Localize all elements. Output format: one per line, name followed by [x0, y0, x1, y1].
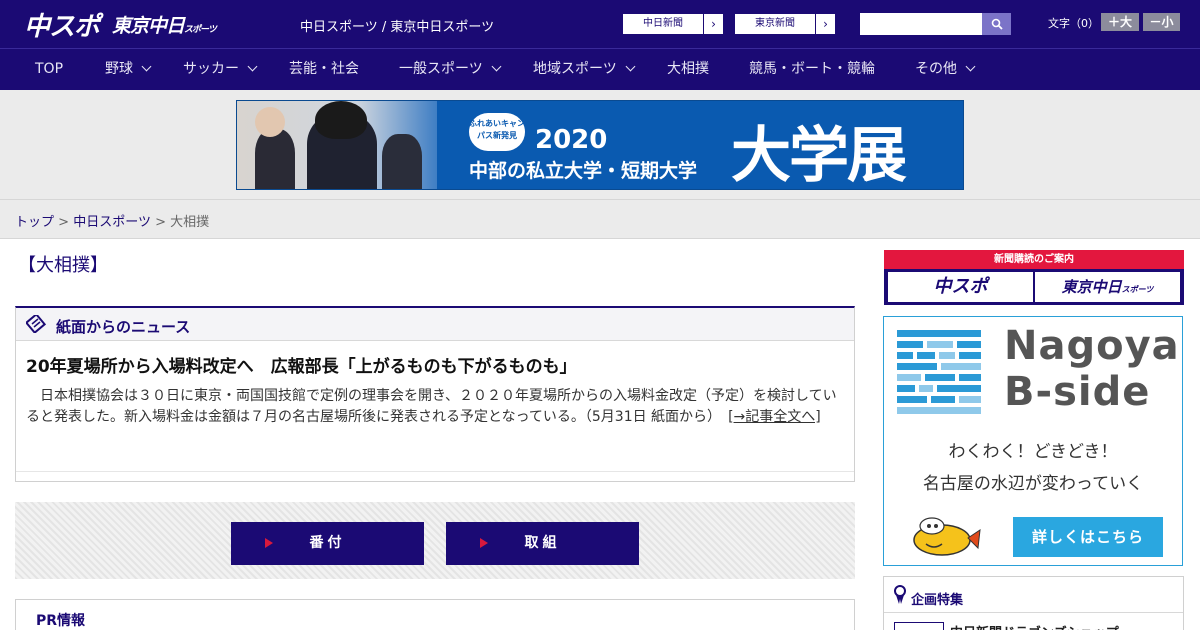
- search-input[interactable]: [860, 13, 982, 35]
- breadcrumb: トップ > 中日スポーツ > 大相撲: [15, 211, 209, 230]
- nav-item-general-sports[interactable]: 一般スポーツ: [399, 49, 502, 91]
- article-summary-text: 日本相撲協会は３０日に東京・両国国技館で定例の理事会を開き、２０２０年夏場所から…: [26, 388, 837, 425]
- read-more-link[interactable]: [→記事全文へ]: [728, 409, 821, 425]
- breadcrumb-current: 大相撲: [170, 215, 210, 230]
- nb-tagline-1: わくわく！どきどき！: [948, 442, 1118, 462]
- tokyo-shimbun-label: 東京新聞: [755, 18, 795, 29]
- ad-headline: 大学展: [731, 121, 907, 190]
- tokyo-chunichi-logo[interactable]: 東京中日スポーツ: [112, 11, 217, 38]
- ad-year: 2020: [535, 125, 608, 155]
- nb-tagline-2: 名古屋の水辺が変わっていく: [922, 474, 1144, 494]
- kikaku-thumbnail[interactable]: [894, 622, 944, 630]
- nav-item-label: その他: [915, 61, 957, 77]
- nav-item-keiba[interactable]: 競馬・ボート・競輪: [749, 49, 875, 91]
- subscribe-tokyo-text: 東京中日: [1061, 278, 1122, 296]
- kikaku-box: 企画特集 中日新聞ドラゴンズショップ: [883, 576, 1184, 630]
- site-name: 中日スポーツ / 東京中日スポーツ: [300, 20, 495, 35]
- nav-item-label: サッカー: [183, 61, 239, 77]
- nav-item-sumo[interactable]: 大相撲: [667, 49, 709, 91]
- subscribe-tokyo-link[interactable]: 東京中日スポーツ: [1035, 272, 1180, 302]
- search-icon: [991, 18, 1003, 30]
- breadcrumb-top-link[interactable]: トップ: [15, 215, 54, 230]
- chuspo-logo[interactable]: 中スポ: [24, 6, 100, 43]
- nav-item-other[interactable]: その他: [915, 49, 976, 91]
- ad-person: [382, 134, 422, 189]
- tokyo-shimbun-link[interactable]: 東京新聞 ›: [734, 13, 836, 35]
- banzuke-button[interactable]: 番付: [231, 522, 424, 565]
- breadcrumb-separator: >: [58, 215, 70, 230]
- font-smaller-button[interactable]: －小: [1143, 13, 1180, 31]
- nav-item-label: 芸能・社会: [289, 61, 359, 77]
- triangle-right-icon: [265, 538, 273, 548]
- font-bigger-button[interactable]: ＋大: [1101, 13, 1139, 31]
- kikaku-item-link[interactable]: 中日新聞ドラゴンズショップ: [950, 622, 1119, 630]
- ribbon-icon: [894, 585, 906, 604]
- newspaper-icon: [26, 315, 46, 333]
- subscribe-chuspo-link[interactable]: 中スポ: [888, 272, 1033, 302]
- ad-person: [255, 129, 295, 189]
- subscription-box: 新聞購読のご案内 中スポ 東京中日スポーツ: [884, 250, 1184, 305]
- sumo-buttons-band: 番付 取組: [15, 502, 855, 579]
- chunichi-shimbun-link[interactable]: 中日新聞 ›: [622, 13, 724, 35]
- news-box-title: 紙面からのニュース: [56, 318, 191, 336]
- chevron-down-icon: [247, 61, 258, 72]
- subscription-title: 新聞購読のご案内: [884, 250, 1184, 269]
- article-headline[interactable]: 20年夏場所から入場料改定へ 広報部長「上がるものも下がるものも」: [26, 352, 577, 377]
- main-nav: TOP 野球 サッカー 芸能・社会 一般スポーツ 地域スポーツ 大相撲 競馬・ボ…: [0, 48, 1200, 90]
- nb-title-line1: Nagoya: [1004, 323, 1180, 369]
- font-size-label: 文字（0）: [1048, 17, 1099, 30]
- triangle-right-icon: [480, 538, 488, 548]
- nb-title-line2: B-side: [1004, 369, 1151, 415]
- ad-banner[interactable]: ふれあいキャンパス新発見 2020 中部の私立大学・短期大学 大学展: [236, 100, 964, 190]
- tokyo-chunichi-logo-suffix: スポーツ: [184, 25, 217, 35]
- nav-item-soccer[interactable]: サッカー: [183, 49, 258, 91]
- nav-item-label: 野球: [105, 61, 133, 77]
- nav-item-label: 一般スポーツ: [399, 61, 483, 77]
- nav-item-label: TOP: [35, 61, 64, 77]
- kikaku-header: 企画特集: [884, 577, 1183, 613]
- ad-badge: ふれあいキャンパス新発見: [469, 113, 525, 151]
- torikumi-button[interactable]: 取組: [446, 522, 639, 565]
- news-box-header: 紙面からのニュース: [16, 308, 854, 341]
- nav-item-baseball[interactable]: 野球: [105, 49, 152, 91]
- chevron-down-icon: [625, 61, 636, 72]
- bricks-graphic: [897, 330, 981, 414]
- page-title: 【大相撲】: [18, 255, 108, 276]
- banzuke-button-label: 番付: [309, 535, 346, 551]
- pr-title: PR情報: [36, 613, 86, 629]
- ad-person: [255, 107, 285, 137]
- divider: [16, 471, 854, 472]
- chevron-right-icon: ›: [815, 14, 835, 34]
- chevron-down-icon: [141, 61, 152, 72]
- kikaku-title: 企画特集: [911, 593, 964, 608]
- chevron-down-icon: [965, 61, 976, 72]
- breadcrumb-separator: >: [155, 215, 166, 230]
- ad-person: [315, 101, 367, 139]
- chevron-right-icon: ›: [703, 14, 723, 34]
- nagoya-bside-ad[interactable]: Nagoya B-side わくわく！どきどき！ 名古屋の水辺が変わっていく 詳…: [883, 316, 1183, 566]
- news-box: 紙面からのニュース 20年夏場所から入場料改定へ 広報部長「上がるものも下がるも…: [15, 306, 855, 482]
- ad-subtitle: 中部の私立大学・短期大学: [469, 160, 698, 182]
- pr-box: PR情報: [15, 599, 855, 630]
- torikumi-button-label: 取組: [524, 535, 561, 551]
- chunichi-shimbun-label: 中日新聞: [643, 18, 683, 29]
- ad-photo: [237, 101, 437, 189]
- breadcrumb-section-link[interactable]: 中日スポーツ: [73, 215, 151, 230]
- nav-item-entertainment[interactable]: 芸能・社会: [289, 49, 359, 91]
- chevron-down-icon: [491, 61, 502, 72]
- subscribe-tokyo-suffix: スポーツ: [1121, 285, 1154, 294]
- nav-item-regional-sports[interactable]: 地域スポーツ: [533, 49, 636, 91]
- search-button[interactable]: [982, 13, 1011, 35]
- nav-item-top[interactable]: TOP: [35, 49, 63, 91]
- top-header: 中スポ 東京中日スポーツ 中日スポーツ / 東京中日スポーツ 中日新聞 › 東京…: [0, 0, 1200, 48]
- nb-details-button[interactable]: 詳しくはこちら: [1013, 517, 1163, 557]
- nav-item-label: 競馬・ボート・競輪: [749, 61, 875, 77]
- nav-item-label: 大相撲: [667, 61, 709, 77]
- tokyo-chunichi-logo-text: 東京中日: [112, 15, 185, 37]
- article-summary: 日本相撲協会は３０日に東京・両国国技館で定例の理事会を開き、２０２０年夏場所から…: [26, 386, 846, 428]
- nav-item-label: 地域スポーツ: [533, 61, 617, 77]
- shrimp-mascot-icon: [913, 517, 981, 556]
